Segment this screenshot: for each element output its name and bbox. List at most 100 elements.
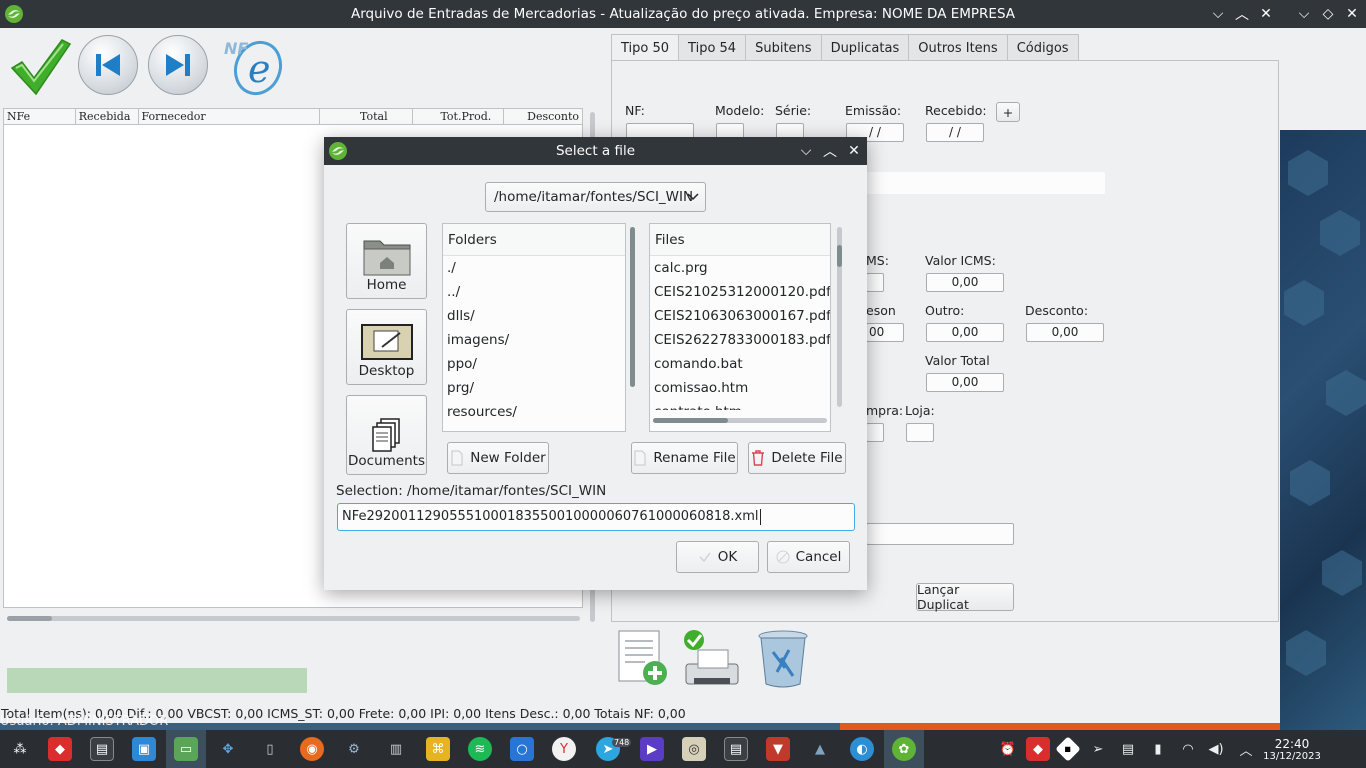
minimize-icon[interactable]: ⌵	[796, 141, 816, 161]
store-icon[interactable]: ▣	[132, 737, 156, 761]
network-app-icon[interactable]: ◐	[850, 737, 874, 761]
desconto-field[interactable]: 0,00	[1026, 323, 1104, 342]
folder-item[interactable]: resources/	[443, 400, 625, 424]
file-item[interactable]: comando.bat	[650, 352, 830, 376]
triangle-app-icon[interactable]: ▲	[808, 737, 832, 761]
pason-field[interactable]: 00	[866, 323, 904, 342]
grid-column-header[interactable]: NFe	[4, 109, 76, 124]
send-icon[interactable]: ➢	[1086, 737, 1110, 761]
signal-icon[interactable]: ○	[510, 737, 534, 761]
minimize-icon[interactable]: ⌵	[1208, 4, 1228, 24]
kodi-icon[interactable]: ✥	[216, 737, 240, 761]
new-folder-button[interactable]: New Folder	[447, 442, 549, 474]
folder-item[interactable]: ../	[443, 280, 625, 304]
print-button[interactable]	[680, 628, 742, 690]
app-launcher-icon[interactable]: ⁂	[8, 737, 32, 761]
rename-file-button[interactable]: Rename File	[631, 442, 738, 474]
icms-field[interactable]	[866, 273, 884, 292]
terminal-2-icon[interactable]: ▤	[724, 737, 748, 761]
tab-outros-itens[interactable]: Outros Itens	[908, 34, 1008, 61]
cancel-button[interactable]: Cancel	[767, 541, 850, 573]
close-icon[interactable]: ✕	[844, 141, 864, 161]
next-record-button[interactable]	[148, 35, 208, 95]
loja-field[interactable]	[906, 423, 934, 442]
file-item[interactable]: contrato.htm	[650, 400, 830, 410]
supplier-name-field[interactable]	[866, 172, 1105, 194]
grid-column-header[interactable]: Fornecedor	[139, 109, 320, 124]
nfe-import-button[interactable]: NF e	[222, 36, 288, 100]
folder-item[interactable]: dlls/	[443, 304, 625, 328]
file-item[interactable]: calc.prg	[650, 256, 830, 280]
file-item[interactable]: CEIS21025312000120.pdf	[650, 280, 830, 304]
diamond-tray-icon[interactable]: ◆	[1055, 736, 1081, 762]
add-button[interactable]: +	[996, 102, 1020, 122]
tab-tipo-54[interactable]: Tipo 54	[678, 34, 747, 61]
ok-button[interactable]: OK	[676, 541, 759, 573]
close-icon[interactable]: ✕	[1342, 4, 1362, 24]
place-documents-button[interactable]: Documents	[346, 395, 427, 475]
file-item[interactable]: CEIS21063063000167.pdf	[650, 304, 830, 328]
new-document-button[interactable]	[612, 628, 674, 690]
usb-icon[interactable]: ▮	[1146, 737, 1170, 761]
valor-total-field[interactable]: 0,00	[926, 373, 1004, 392]
grid-column-header[interactable]: Tot.Prod.	[413, 109, 505, 124]
file-item[interactable]: comissao.htm	[650, 376, 830, 400]
folder-item[interactable]: imagens/	[443, 328, 625, 352]
selection-input[interactable]: NFe2920011290555100018355001000006076100…	[337, 503, 855, 531]
observation-field[interactable]	[866, 523, 1014, 545]
grid-column-header[interactable]: Desconto	[504, 109, 582, 124]
document-icon[interactable]: ▯	[258, 737, 282, 761]
chevron-down-icon[interactable]: ⌵	[1294, 4, 1314, 24]
terminal-icon[interactable]: ▤	[90, 737, 114, 761]
yandex-icon[interactable]: Y	[552, 737, 576, 761]
anydesk-tray-icon[interactable]: ◆	[1026, 737, 1050, 761]
outro-field[interactable]: 0,00	[926, 323, 1004, 342]
maximize-icon[interactable]: ︿	[820, 141, 840, 161]
puzzle-icon[interactable]: ⌘	[426, 737, 450, 761]
file-manager-icon[interactable]: ▭	[174, 737, 198, 761]
grid-column-header[interactable]: Recebida	[76, 109, 139, 124]
settings-icon[interactable]: ⚙	[342, 737, 366, 761]
files-list[interactable]: Files calc.prg CEIS21025312000120.pdf CE…	[649, 223, 831, 432]
red-app-icon[interactable]: ▼	[766, 737, 790, 761]
spotify-icon[interactable]: ≋	[468, 737, 492, 761]
folder-item[interactable]: ./	[443, 256, 625, 280]
clock[interactable]: 22:40 13/12/2023	[1262, 737, 1322, 763]
maximize-icon[interactable]: ︿	[1232, 4, 1252, 24]
close-icon[interactable]: ✕	[1256, 4, 1276, 24]
valor-icms-field[interactable]: 0,00	[926, 273, 1004, 292]
lancar-duplicata-button[interactable]: Lançar Duplicat	[916, 582, 1014, 612]
compra-field[interactable]	[866, 423, 884, 442]
delete-file-button[interactable]: Delete File	[748, 442, 846, 474]
diamond-icon[interactable]: ◇	[1318, 4, 1338, 24]
camera-icon[interactable]: ◎	[682, 737, 706, 761]
scanner-icon[interactable]: ▥	[384, 737, 408, 761]
grid-horizontal-scrollbar[interactable]	[7, 616, 580, 621]
chevron-up-icon[interactable]: ︿	[1234, 737, 1258, 761]
recebido-field[interactable]: / /	[926, 123, 984, 142]
folder-item[interactable]: prg/	[443, 376, 625, 400]
tab-subitens[interactable]: Subitens	[745, 34, 822, 61]
folders-scrollbar[interactable]	[630, 227, 635, 387]
anydesk-icon[interactable]: ◆	[48, 737, 72, 761]
wifi-icon[interactable]: ◠	[1176, 737, 1200, 761]
media-player-icon[interactable]: ▶	[640, 737, 664, 761]
place-desktop-button[interactable]: Desktop	[346, 309, 427, 385]
files-horizontal-scrollbar[interactable]	[653, 418, 827, 423]
tab-codigos[interactable]: Códigos	[1006, 34, 1079, 61]
tab-duplicatas[interactable]: Duplicatas	[820, 34, 910, 61]
grid-column-header[interactable]: Total	[320, 109, 413, 124]
place-home-button[interactable]: Home	[346, 223, 427, 299]
confirm-button[interactable]	[8, 36, 72, 102]
firefox-icon[interactable]: ◉	[300, 737, 324, 761]
sci-win-app-icon[interactable]: ✿	[892, 737, 916, 761]
clipboard-icon[interactable]: ▤	[1116, 737, 1140, 761]
delete-button[interactable]	[752, 628, 814, 690]
path-combobox[interactable]: /home/itamar/fontes/SCI_WIN	[485, 182, 706, 212]
folders-list[interactable]: Folders ./ ../ dlls/ imagens/ ppo/ prg/ …	[442, 223, 626, 432]
volume-icon[interactable]: ◀)	[1204, 737, 1228, 761]
files-vertical-scrollbar[interactable]	[837, 227, 842, 407]
alarm-icon[interactable]: ⏰	[996, 737, 1020, 761]
file-item[interactable]: CEIS26227833000183.pdf	[650, 328, 830, 352]
folder-item[interactable]: ppo/	[443, 352, 625, 376]
